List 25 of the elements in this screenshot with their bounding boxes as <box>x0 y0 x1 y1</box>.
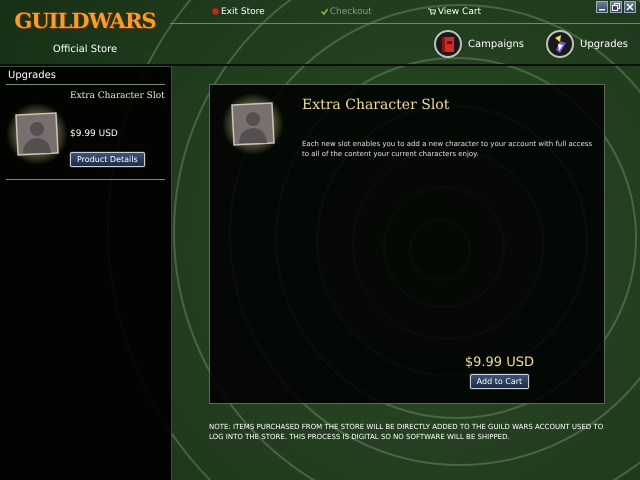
exit-icon <box>212 8 219 15</box>
book-icon <box>434 30 462 58</box>
add-to-cart-button[interactable]: Add to Cart <box>470 374 530 389</box>
close-icon <box>626 3 634 11</box>
restore-icon <box>612 3 620 11</box>
product-details-button[interactable]: Product Details <box>70 152 145 167</box>
item-price: $9.99 USD <box>70 129 119 139</box>
nav-link[interactable]: Campaigns <box>434 30 524 58</box>
store-subtitle: Official Store <box>52 44 118 55</box>
sidebar-title: Upgrades <box>6 67 165 85</box>
top-link[interactable]: Exit Store <box>212 6 265 16</box>
restore-button[interactable] <box>610 1 622 13</box>
logo: GUILDWARS <box>14 7 156 35</box>
nav-link[interactable]: Upgrades <box>546 30 628 58</box>
top-link[interactable]: View Cart <box>428 6 482 16</box>
product-price: $9.99 USD <box>464 355 534 370</box>
product-title: Extra Character Slot <box>302 97 450 113</box>
close-button[interactable] <box>624 1 636 13</box>
minimize-button[interactable] <box>596 1 608 13</box>
item-name: Extra Character Slot <box>70 91 165 101</box>
crystal-icon <box>546 30 574 58</box>
cart-icon <box>428 8 436 15</box>
silhouette-icon <box>6 103 68 165</box>
silhouette-icon <box>222 93 284 155</box>
check-icon <box>320 8 328 15</box>
